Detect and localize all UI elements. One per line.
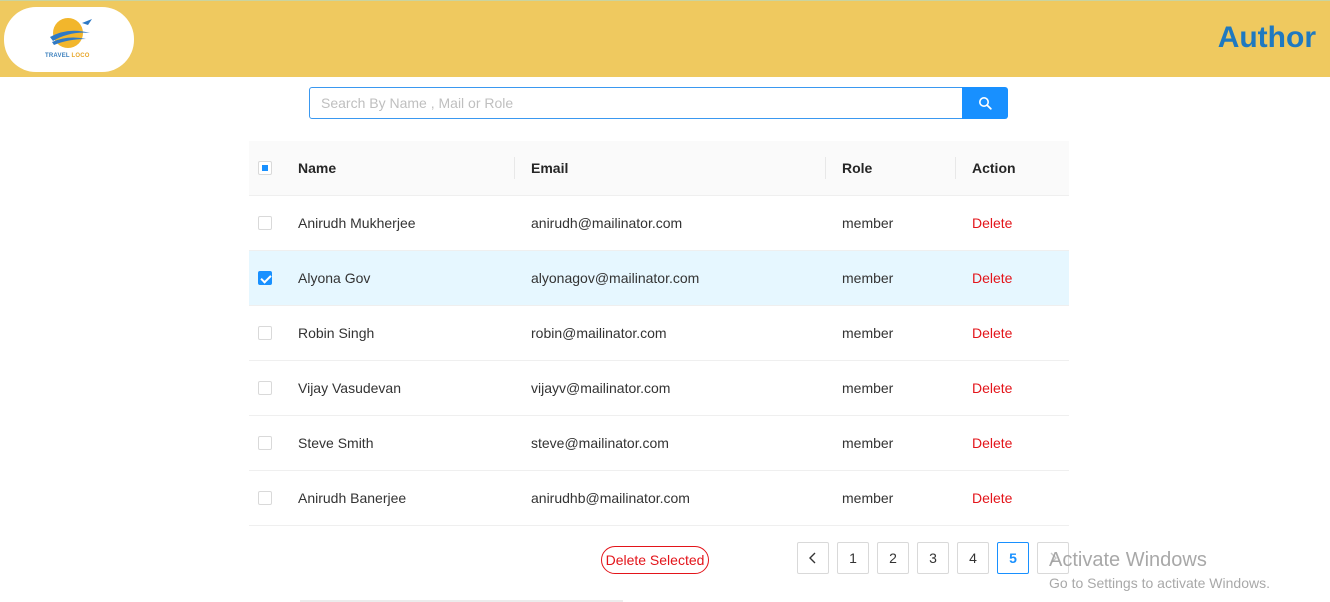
row-name: Steve Smith (298, 435, 374, 451)
travel-loco-logo-icon (50, 18, 92, 48)
search-bar (309, 87, 1008, 119)
table-row[interactable]: Anirudh Banerjee anirudhb@mailinator.com… (249, 471, 1069, 526)
row-checkbox-cell (258, 416, 272, 470)
column-divider (825, 157, 826, 179)
row-name: Anirudh Mukherjee (298, 215, 416, 231)
row-role: member (842, 380, 894, 396)
row-checkbox[interactable] (258, 381, 272, 395)
windows-activation-watermark-subtitle: Go to Settings to activate Windows. (1049, 575, 1270, 591)
authors-table: Name Email Role Action Anirudh Mukherjee… (249, 141, 1069, 526)
select-all-cell (258, 141, 272, 195)
pagination-page-1[interactable]: 1 (837, 542, 869, 574)
logo[interactable]: TRAVEL LOCO (4, 7, 134, 72)
windows-activation-watermark-title: Activate Windows (1049, 549, 1207, 571)
row-checkbox[interactable] (258, 216, 272, 230)
search-input[interactable] (309, 87, 963, 119)
delete-link[interactable]: Delete (972, 196, 1012, 250)
column-divider (955, 157, 956, 179)
row-role: member (842, 490, 894, 506)
table-row[interactable]: Anirudh Mukherjee anirudh@mailinator.com… (249, 196, 1069, 251)
row-checkbox-cell (258, 471, 272, 525)
row-email: robin@mailinator.com (531, 325, 667, 341)
pagination-page-5[interactable]: 5 (997, 542, 1029, 574)
table-row[interactable]: Steve Smith steve@mailinator.com member … (249, 416, 1069, 471)
row-checkbox-cell (258, 361, 272, 415)
row-checkbox-cell (258, 306, 272, 360)
column-divider (514, 157, 515, 179)
row-name: Vijay Vasudevan (298, 380, 401, 396)
row-name: Robin Singh (298, 325, 375, 341)
row-email: steve@mailinator.com (531, 435, 669, 451)
delete-selected-button[interactable]: Delete Selected (601, 546, 709, 574)
row-checkbox[interactable] (258, 271, 272, 285)
row-name: Anirudh Banerjee (298, 490, 407, 506)
row-role: member (842, 270, 894, 286)
pagination-page-2[interactable]: 2 (877, 542, 909, 574)
table-row[interactable]: Robin Singh robin@mailinator.com member … (249, 306, 1069, 361)
delete-link[interactable]: Delete (972, 306, 1012, 360)
search-button[interactable] (962, 87, 1008, 119)
logo-text: TRAVEL LOCO (45, 53, 90, 59)
row-role: member (842, 215, 894, 231)
table-row[interactable]: Vijay Vasudevan vijayv@mailinator.com me… (249, 361, 1069, 416)
row-email: anirudhb@mailinator.com (531, 490, 690, 506)
search-icon (979, 97, 992, 110)
row-checkbox[interactable] (258, 491, 272, 505)
column-header-name[interactable]: Name (298, 141, 336, 195)
table-header: Name Email Role Action (249, 141, 1069, 196)
row-email: alyonagov@mailinator.com (531, 270, 700, 286)
pagination-prev-button[interactable] (797, 542, 829, 574)
select-all-checkbox[interactable] (258, 161, 272, 175)
row-checkbox[interactable] (258, 436, 272, 450)
column-header-role[interactable]: Role (842, 141, 872, 195)
chevron-left-icon (809, 552, 816, 564)
pagination-page-3[interactable]: 3 (917, 542, 949, 574)
table-row[interactable]: Alyona Gov alyonagov@mailinator.com memb… (249, 251, 1069, 306)
delete-link[interactable]: Delete (972, 471, 1012, 525)
row-role: member (842, 435, 894, 451)
delete-link[interactable]: Delete (972, 251, 1012, 305)
pagination-page-4[interactable]: 4 (957, 542, 989, 574)
column-header-email[interactable]: Email (531, 141, 568, 195)
row-email: anirudh@mailinator.com (531, 215, 683, 231)
row-email: vijayv@mailinator.com (531, 380, 671, 396)
delete-link[interactable]: Delete (972, 416, 1012, 470)
page-title: Author (1217, 21, 1316, 54)
delete-link[interactable]: Delete (972, 361, 1012, 415)
app-header: TRAVEL LOCO Author (0, 0, 1330, 77)
row-checkbox-cell (258, 196, 272, 250)
row-role: member (842, 325, 894, 341)
row-checkbox-cell (258, 251, 272, 305)
row-name: Alyona Gov (298, 270, 371, 286)
row-checkbox[interactable] (258, 326, 272, 340)
column-header-action: Action (972, 160, 1016, 176)
